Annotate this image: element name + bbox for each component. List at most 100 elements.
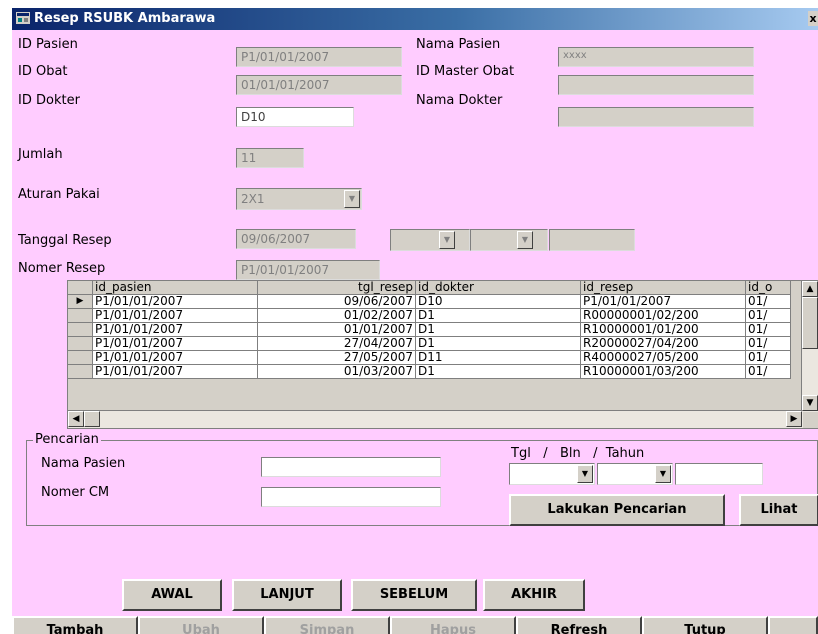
chevron-down-icon[interactable]: ▼ (517, 231, 533, 249)
cell-tgl-resep[interactable]: 01/03/2007 (257, 364, 416, 379)
simpan-button[interactable]: Simpan (264, 616, 390, 634)
cell-id-pasien[interactable]: P1/01/01/2007 (92, 350, 258, 365)
search-nomer-cm-label: Nomer CM (41, 485, 110, 500)
cell-id-pasien[interactable]: P1/01/01/2007 (92, 336, 258, 351)
cell-id-dokter[interactable]: D1 (415, 322, 581, 337)
cell-tgl-resep[interactable]: 09/06/2007 (257, 294, 416, 309)
column-header-id-pasien[interactable]: id_pasien (92, 281, 258, 295)
chevron-down-icon[interactable]: ▼ (344, 190, 360, 208)
cell-tgl-resep[interactable]: 01/02/2007 (257, 308, 416, 323)
search-month-combo[interactable]: ▼ (597, 463, 673, 485)
tutup-button[interactable]: Tutup (642, 616, 768, 634)
table-row[interactable]: P1/01/01/2007 27/05/2007 D11 R40000027/0… (68, 350, 791, 365)
scroll-down-icon[interactable]: ▼ (802, 395, 818, 411)
cell-id-resep[interactable]: R40000027/05/200 (580, 350, 746, 365)
column-header-id-dokter[interactable]: id_dokter (415, 281, 581, 295)
cell-id-resep[interactable]: R10000001/03/200 (580, 364, 746, 379)
cell-tgl-resep[interactable]: 01/01/2007 (257, 322, 416, 337)
cell-id-resep[interactable]: R10000001/01/200 (580, 322, 746, 337)
cell-id-obat[interactable]: 01/ (745, 308, 791, 323)
last-record-button[interactable]: AKHIR (483, 579, 585, 611)
next-record-button[interactable]: LANJUT (232, 579, 342, 611)
table-row[interactable]: P1/01/01/2007 01/02/2007 D1 R00000001/02… (68, 308, 791, 323)
jumlah-field[interactable]: 11 (236, 148, 304, 168)
row-indicator (68, 308, 93, 323)
cell-tgl-resep[interactable]: 27/04/2007 (257, 336, 416, 351)
id-pasien-field[interactable]: P1/01/01/2007 (236, 47, 402, 67)
cell-id-pasien[interactable]: P1/01/01/2007 (92, 322, 258, 337)
nama-pasien-label: Nama Pasien (416, 37, 501, 52)
search-nomer-cm-input[interactable] (261, 487, 441, 507)
id-master-obat-field[interactable] (558, 75, 754, 95)
cell-tgl-resep[interactable]: 27/05/2007 (257, 350, 416, 365)
cell-id-obat[interactable]: 01/ (745, 350, 791, 365)
cell-id-resep[interactable]: R20000027/04/200 (580, 336, 746, 351)
search-day-combo[interactable]: ▼ (509, 463, 595, 485)
cell-id-obat[interactable]: 01/ (745, 364, 791, 379)
cell-id-obat[interactable]: 01/ (745, 322, 791, 337)
column-header-id-resep[interactable]: id_resep (580, 281, 746, 295)
lihat-button[interactable]: Lihat (739, 494, 818, 526)
cell-id-dokter[interactable]: D11 (415, 350, 581, 365)
ubah-button[interactable]: Ubah (138, 616, 264, 634)
hapus-button[interactable]: Hapus (390, 616, 516, 634)
tanggal-year-field[interactable] (549, 229, 635, 251)
table-row[interactable]: P1/01/01/2007 27/04/2007 D1 R20000027/04… (68, 336, 791, 351)
previous-record-button[interactable]: SEBELUM (351, 579, 477, 611)
nama-pasien-field[interactable]: xxxx (558, 47, 754, 67)
nama-dokter-field[interactable] (558, 107, 754, 127)
nama-dokter-label: Nama Dokter (416, 93, 503, 108)
cell-id-obat[interactable]: 01/ (745, 294, 791, 309)
nomer-resep-field[interactable]: P1/01/01/2007 (236, 260, 380, 280)
window-title: Resep RSUBK Ambarawa (34, 11, 216, 26)
grid-vertical-scrollbar[interactable]: ▲ ▼ (801, 281, 818, 412)
cell-id-obat[interactable]: 01/ (745, 336, 791, 351)
cell-id-pasien[interactable]: P1/01/01/2007 (92, 364, 258, 379)
cell-id-pasien[interactable]: P1/01/01/2007 (92, 294, 258, 309)
resep-grid[interactable]: id_pasien tgl_resep id_dokter id_resep i… (67, 280, 818, 429)
aturan-pakai-combo[interactable]: 2X1 ▼ (236, 188, 362, 210)
cell-id-dokter[interactable]: D1 (415, 336, 581, 351)
id-dokter-label: ID Dokter (18, 93, 80, 108)
app-window: Resep RSUBK Ambarawa x ID Pasien P1/01/0… (0, 0, 818, 634)
chevron-down-icon[interactable]: ▼ (439, 231, 455, 249)
table-row[interactable]: P1/01/01/2007 01/01/2007 D1 R10000001/01… (68, 322, 791, 337)
id-dokter-field[interactable]: D10 (236, 107, 354, 127)
row-indicator (68, 350, 93, 365)
scroll-up-icon[interactable]: ▲ (802, 281, 818, 297)
cell-id-resep[interactable]: P1/01/01/2007 (580, 294, 746, 309)
cell-id-dokter[interactable]: D1 (415, 364, 581, 379)
search-nama-pasien-label: Nama Pasien (41, 456, 126, 471)
chevron-down-icon[interactable]: ▼ (655, 465, 671, 483)
scroll-right-icon[interactable]: ▶ (786, 411, 802, 427)
column-header-tgl-resep[interactable]: tgl_resep (257, 281, 416, 295)
chevron-down-icon[interactable]: ▼ (577, 465, 593, 483)
table-row[interactable]: P1/01/01/2007 01/03/2007 D1 R10000001/03… (68, 364, 791, 379)
scroll-thumb[interactable] (84, 411, 100, 427)
tanggal-resep-field[interactable]: 09/06/2007 (236, 229, 356, 249)
cell-id-dokter[interactable]: D1 (415, 308, 581, 323)
first-record-button[interactable]: AWAL (122, 579, 222, 611)
search-nama-pasien-input[interactable] (261, 457, 441, 477)
search-date-label: Tgl / Bln / Tahun (511, 446, 645, 461)
cell-id-dokter[interactable]: D10 (415, 294, 581, 309)
grid-header-row: id_pasien tgl_resep id_dokter id_resep i… (68, 281, 791, 295)
id-obat-field[interactable]: 01/01/01/2007 (236, 75, 402, 95)
table-row[interactable]: ▶ P1/01/01/2007 09/06/2007 D10 P1/01/01/… (68, 294, 791, 309)
refresh-button[interactable]: Refresh (516, 616, 642, 634)
column-header-id-obat[interactable]: id_o (745, 281, 791, 295)
close-button[interactable]: x (808, 11, 818, 26)
tanggal-month-combo[interactable]: ▼ (470, 229, 548, 251)
tambah-button[interactable]: Tambah (12, 616, 138, 634)
cell-id-pasien[interactable]: P1/01/01/2007 (92, 308, 258, 323)
cell-id-resep[interactable]: R00000001/02/200 (580, 308, 746, 323)
extra-button[interactable] (768, 616, 818, 634)
search-button[interactable]: Lakukan Pencarian (509, 494, 725, 526)
title-bar: Resep RSUBK Ambarawa x (12, 8, 818, 30)
scroll-thumb[interactable] (802, 297, 818, 349)
tanggal-day-combo[interactable]: ▼ (390, 229, 470, 251)
grid-horizontal-scrollbar[interactable]: ◀ ▶ (68, 410, 803, 428)
tanggal-resep-label: Tanggal Resep (18, 233, 112, 248)
search-year-input[interactable] (675, 463, 763, 485)
scroll-left-icon[interactable]: ◀ (68, 411, 84, 427)
